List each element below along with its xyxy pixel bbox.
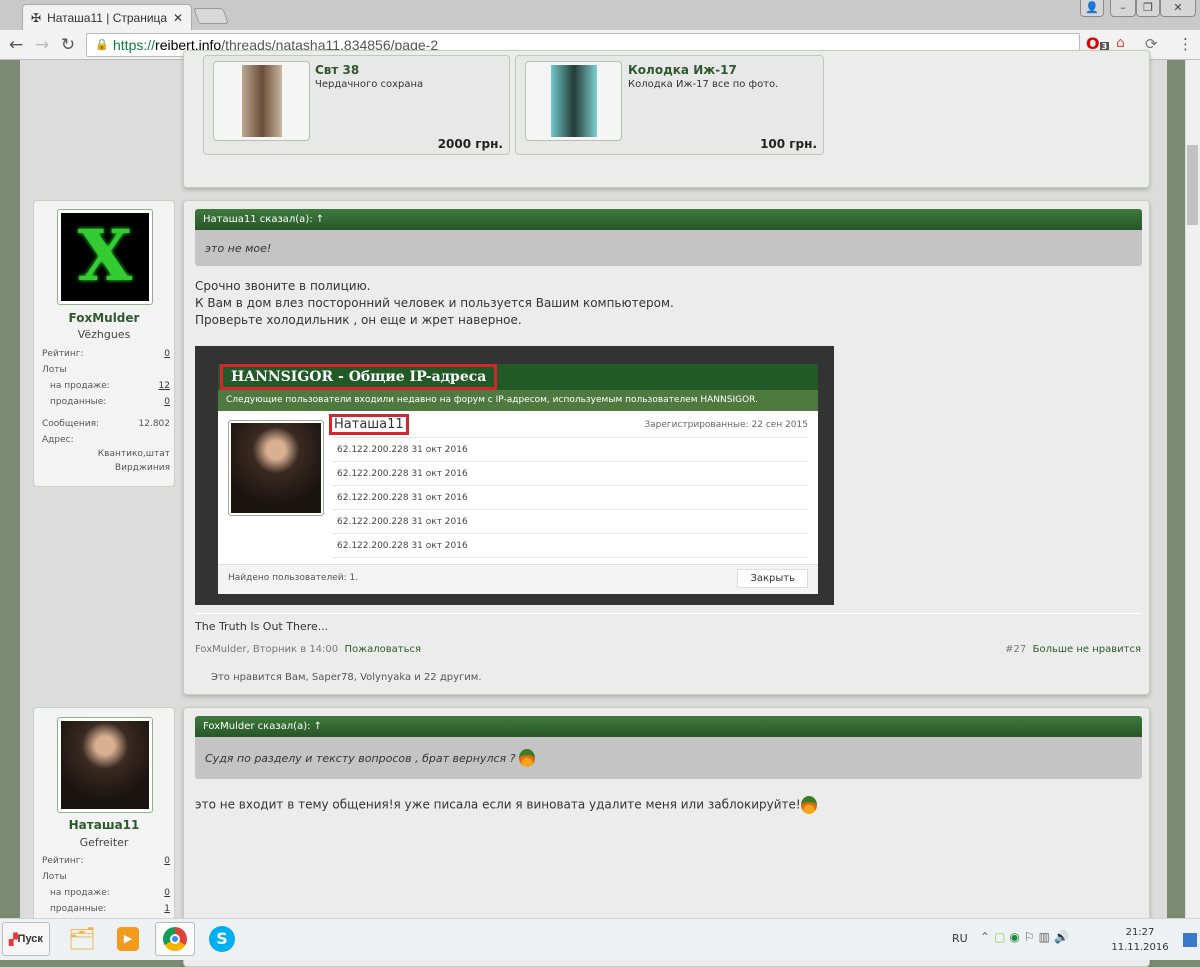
- stat-link[interactable]: 0: [164, 349, 170, 365]
- user-title: Gefreiter: [79, 836, 129, 849]
- windows-logo-icon: ▞: [9, 933, 18, 946]
- ip-row: 62.122.200.228 31 окт 2016: [333, 438, 808, 462]
- ip-row: 62.122.200.228 31 окт 2016: [333, 486, 808, 510]
- quote-text: Судя по разделу и тексту вопросов , брат…: [195, 737, 1142, 779]
- user-avatar: [228, 420, 324, 516]
- lot-card[interactable]: Свт 38 Чердачного сохрана 2000 грн.: [203, 55, 510, 155]
- post-message: это не входит в тему общения!я уже писал…: [195, 796, 817, 814]
- lock-icon: 🔒: [95, 39, 109, 51]
- stat-row: на продаже: 0: [42, 888, 170, 904]
- stat-row: на продаже: 12: [42, 381, 170, 397]
- clock[interactable]: 21:27 11.11.2016: [1110, 925, 1170, 955]
- close-button: Закрыть: [737, 569, 808, 588]
- user-avatar[interactable]: X: [57, 209, 153, 305]
- scrollbar-thumb[interactable]: [1187, 145, 1198, 225]
- lot-title[interactable]: Свт 38: [315, 63, 359, 77]
- user-title: Vëzhgues: [77, 328, 131, 341]
- lot-image[interactable]: [213, 61, 310, 141]
- media-player-icon[interactable]: ▶: [108, 922, 148, 956]
- forward-icon[interactable]: →: [32, 35, 52, 55]
- menu-icon[interactable]: ⋮: [1178, 35, 1193, 53]
- skype-icon[interactable]: S: [202, 922, 242, 956]
- stat-link[interactable]: 0: [164, 397, 170, 419]
- lot-desc: Колодка Иж-17 все по фото.: [628, 79, 779, 90]
- post-actions: #27 Больше не нравится: [1005, 644, 1141, 655]
- username-link[interactable]: Наташа11: [34, 818, 174, 832]
- ip-row: 62.122.200.228 31 окт 2016: [333, 534, 808, 558]
- ip-row: 62.122.200.228 31 окт 2016: [333, 510, 808, 534]
- browser-tab-strip: ✠ Наташа11 | Страница 2 ✕ 👤 – ❐ ✕: [0, 0, 1200, 31]
- stat-row: Лоты: [42, 365, 67, 375]
- stat-row: Лоты: [42, 872, 67, 882]
- address-line: Вирджиния: [114, 463, 170, 473]
- lot-title[interactable]: Колодка Иж-17: [628, 63, 737, 77]
- language-indicator[interactable]: RU: [952, 932, 968, 945]
- quote-author-link[interactable]: Наташа11 сказал(а): ↑: [195, 209, 1142, 230]
- restore-button[interactable]: ❐: [1136, 0, 1160, 17]
- dialog-username: Наташа11: [329, 414, 409, 435]
- home-extension-icon[interactable]: ⌂: [1116, 35, 1125, 51]
- url-scheme: https://: [113, 37, 156, 53]
- site-favicon-icon: ✠: [31, 11, 42, 25]
- reload-icon[interactable]: ↻: [58, 35, 78, 55]
- profile-icon[interactable]: 👤: [1080, 0, 1104, 17]
- close-tab-icon[interactable]: ✕: [173, 11, 183, 25]
- lot-price: 2000 грн.: [437, 137, 503, 151]
- dialog-footer: Найдено пользователей: 1. Закрыть: [218, 564, 818, 594]
- user-panel: Наташа11 Gefreiter Рейтинг: 0 Лоты на про…: [33, 707, 175, 937]
- address-line: Квантико,штат: [97, 449, 170, 459]
- soldier-smiley-icon: [800, 796, 817, 814]
- dialog-title-bar: HANNSIGOR - Общие IP-адреса: [218, 364, 818, 390]
- stat-row: Рейтинг: 0: [42, 856, 170, 872]
- new-tab-button[interactable]: [193, 8, 229, 24]
- stat-row: Рейтинг: 0: [42, 349, 170, 365]
- post-meta: FoxMulder, Вторник в 14:00 Пожаловаться: [195, 644, 421, 655]
- ip-list: 62.122.200.228 31 окт 2016 62.122.200.22…: [333, 437, 808, 558]
- signature: The Truth Is Out There...: [195, 620, 329, 633]
- unlike-link[interactable]: Больше не нравится: [1033, 644, 1141, 655]
- post-number-link[interactable]: #27: [1005, 644, 1026, 655]
- chrome-icon[interactable]: [155, 922, 195, 956]
- stat-link[interactable]: 0: [164, 888, 170, 904]
- explorer-icon[interactable]: 🗂: [62, 922, 102, 956]
- post: Наташа11 сказал(а): ↑ это не мое! Срочно…: [183, 200, 1150, 695]
- quote-author-link[interactable]: FoxMulder сказал(а): ↑: [195, 716, 1142, 737]
- user-avatar[interactable]: [57, 717, 153, 813]
- show-desktop-button[interactable]: [1183, 933, 1197, 947]
- minimize-button[interactable]: –: [1110, 0, 1136, 17]
- lot-price: 100 грн.: [760, 137, 817, 151]
- likes-summary[interactable]: Это нравится Вам, Saper78, Volynyaka и 2…: [211, 672, 482, 683]
- browser-tab[interactable]: ✠ Наташа11 | Страница 2 ✕: [22, 4, 192, 31]
- tab-title: Наташа11 | Страница 2: [47, 11, 167, 25]
- found-count: Найдено пользователей: 1.: [228, 573, 359, 583]
- stat-link[interactable]: 0: [164, 856, 170, 872]
- back-icon[interactable]: ←: [6, 35, 26, 55]
- post-message: Срочно звоните в полицию. К Вам в дом вле…: [195, 279, 674, 327]
- start-button[interactable]: ▞ Пуск: [2, 922, 50, 956]
- registered-date: Зарегистрированные: 22 сен 2015: [644, 420, 808, 430]
- dialog-subtitle: Следующие пользователи входили недавно н…: [218, 390, 818, 411]
- stat-row: Адрес:: [42, 435, 74, 445]
- tray-icons[interactable]: ⌃▢◉⚐▥🔊: [980, 930, 1073, 944]
- stat-link[interactable]: 12: [159, 381, 170, 397]
- report-link[interactable]: Пожаловаться: [345, 644, 422, 655]
- lot-desc: Чердачного сохрана: [315, 79, 424, 90]
- lot-card[interactable]: Колодка Иж-17 Колодка Иж-17 все по фото.…: [515, 55, 824, 155]
- soldier-smiley-icon: [518, 749, 535, 767]
- username-link[interactable]: FoxMulder: [34, 311, 174, 325]
- user-stats: Рейтинг: 0 Лоты на продаже: 12 проданные: 0…: [42, 349, 170, 473]
- lot-image[interactable]: [525, 61, 622, 141]
- stat-row: проданные: 0: [42, 397, 170, 419]
- user-panel: X FoxMulder Vëzhgues Рейтинг: 0 Лоты на п…: [33, 200, 175, 487]
- ip-dialog: HANNSIGOR - Общие IP-адреса Следующие по…: [218, 364, 818, 594]
- ip-row: 62.122.200.228 31 окт 2016: [333, 462, 808, 486]
- quote-text: это не мое!: [195, 230, 1142, 266]
- signature-divider: [195, 613, 1142, 614]
- stat-row: Сообщения: 12.802: [42, 419, 170, 429]
- dialog-title: HANNSIGOR - Общие IP-адреса: [220, 364, 498, 390]
- screenshot-image[interactable]: HANNSIGOR - Общие IP-адреса Следующие по…: [195, 346, 834, 605]
- user-stats: Рейтинг: 0 Лоты на продаже: 0 проданные: 1: [42, 856, 170, 920]
- post-author-date[interactable]: FoxMulder, Вторник в 14:00: [195, 644, 338, 655]
- close-window-button[interactable]: ✕: [1160, 0, 1196, 17]
